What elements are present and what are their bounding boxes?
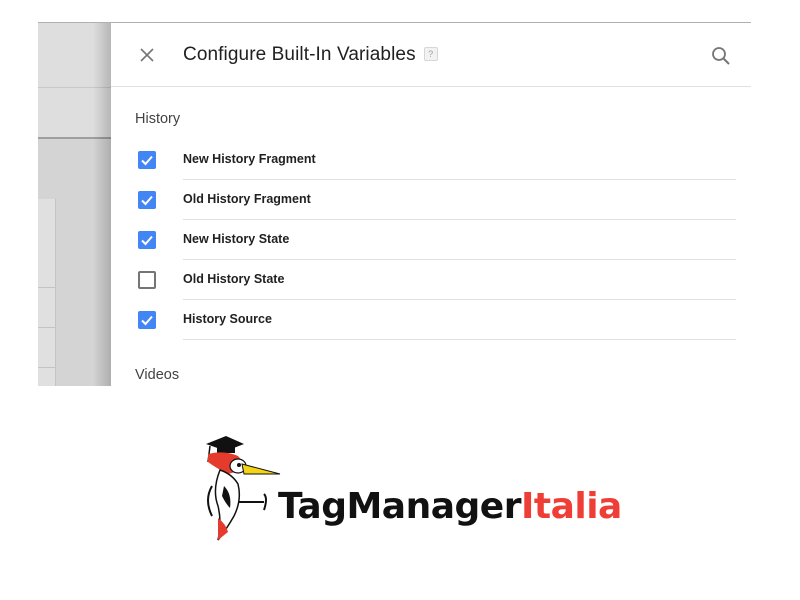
variable-label: Old History State — [183, 272, 285, 286]
checkbox[interactable] — [138, 311, 156, 329]
background-page — [38, 23, 111, 386]
checkbox[interactable] — [138, 151, 156, 169]
variable-label: Old History Fragment — [183, 192, 311, 206]
variable-item-history-source[interactable]: History Source — [135, 300, 736, 340]
configure-variables-panel: Configure Built-In Variables? History Ne… — [111, 23, 751, 386]
close-icon — [140, 48, 154, 62]
variable-label: History Source — [183, 312, 272, 326]
checkmark-icon — [141, 195, 153, 206]
background-row-divider — [38, 287, 55, 288]
checkbox[interactable] — [138, 231, 156, 249]
panel-shadow — [93, 23, 111, 386]
woodpecker-graduate-icon — [206, 436, 281, 541]
checkmark-icon — [141, 315, 153, 326]
tagmanageritalia-logo: TagManagerItalia — [198, 434, 622, 546]
dialog-title: Configure Built-In Variables? — [183, 44, 438, 66]
dialog-title-text: Configure Built-In Variables — [183, 44, 416, 65]
help-icon[interactable]: ? — [423, 46, 438, 61]
variable-item-old-history-state[interactable]: Old History State — [135, 260, 736, 300]
variable-item-new-history-state[interactable]: New History State — [135, 220, 736, 260]
row-divider — [183, 339, 736, 340]
section-title-history: History — [135, 111, 181, 127]
section-title-videos: Videos — [135, 367, 180, 383]
search-icon — [712, 47, 730, 65]
search-button[interactable] — [710, 45, 732, 67]
background-card — [38, 199, 56, 386]
panel-header: Configure Built-In Variables? — [111, 23, 751, 87]
variable-item-old-history-fragment[interactable]: Old History Fragment — [135, 180, 736, 220]
logo-wordmark: TagManagerItalia — [278, 486, 622, 527]
variable-label: New History Fragment — [183, 152, 316, 166]
variable-label: New History State — [183, 232, 290, 246]
variable-item-new-history-fragment[interactable]: New History Fragment — [135, 140, 736, 180]
logo-text-italia: Italia — [520, 486, 622, 527]
checkmark-icon — [141, 155, 153, 166]
logo-text-tagmanager: TagManager — [278, 486, 521, 527]
checkbox[interactable] — [138, 271, 156, 289]
background-row-divider — [38, 367, 55, 368]
background-row-divider — [38, 327, 55, 328]
screenshot-frame: Configure Built-In Variables? History Ne… — [38, 22, 751, 386]
checkmark-icon — [141, 235, 153, 246]
checkbox[interactable] — [138, 191, 156, 209]
close-button[interactable] — [137, 45, 157, 65]
